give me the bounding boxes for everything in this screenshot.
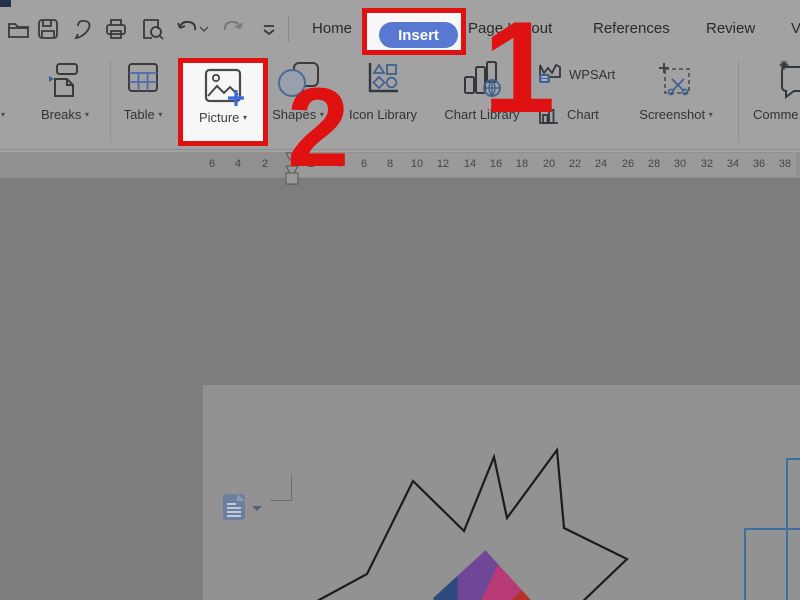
chart-label: Chart xyxy=(567,107,599,122)
tab-page-layout[interactable]: Page Layout xyxy=(468,20,552,37)
dropdown-caret-icon: ▾ xyxy=(320,110,324,119)
ruler-number: 8 xyxy=(379,158,401,170)
highlight-box-picture: Picture ▾ xyxy=(178,58,268,146)
ruler-number: 32 xyxy=(696,158,718,170)
ruler-number: 18 xyxy=(511,158,533,170)
dropdown-caret-icon: ▾ xyxy=(158,110,162,119)
blue-line-shape[interactable] xyxy=(744,528,800,530)
dropdown-caret-icon: ▾ xyxy=(1,110,5,119)
dropdown-caret-icon: ▾ xyxy=(85,110,89,119)
wpsart-icon xyxy=(537,62,563,86)
ruler-number: 14 xyxy=(459,158,481,170)
ribbon-button-table[interactable]: Table ▾ xyxy=(114,55,172,147)
save-icon[interactable] xyxy=(35,16,61,42)
print-icon[interactable] xyxy=(103,16,129,42)
ruler-number: 20 xyxy=(538,158,560,170)
ruler-number: 28 xyxy=(643,158,665,170)
horizontal-ruler[interactable]: 6 4 2 2 4 6 8 10 12 14 16 18 20 22 24 26… xyxy=(0,152,800,178)
ruler-number: 30 xyxy=(669,158,691,170)
redo-icon[interactable] xyxy=(220,16,246,42)
pin-icon[interactable] xyxy=(70,16,96,42)
ribbon-button-icon-library[interactable]: Icon Library xyxy=(338,55,428,147)
ruler-number: 4 xyxy=(227,158,249,170)
ribbon-button-screenshot[interactable]: Screenshot ▾ xyxy=(628,55,724,147)
insert-ribbon: ge ▾ Breaks ▾ Table ▾ xyxy=(0,55,800,150)
comment-icon xyxy=(776,59,800,101)
blue-line-shape[interactable] xyxy=(744,528,746,600)
chart-library-icon xyxy=(459,59,505,99)
titlebar-fragment xyxy=(0,0,11,7)
document-page[interactable] xyxy=(203,385,800,600)
ruler-number: 2 xyxy=(300,158,322,170)
document-canvas xyxy=(0,178,800,600)
tab-review[interactable]: Review xyxy=(706,20,755,37)
open-icon[interactable] xyxy=(6,16,32,42)
print-preview-icon[interactable] xyxy=(140,16,166,42)
icon-library-label: Icon Library xyxy=(338,107,428,122)
wpsart-label: WPSArt xyxy=(569,67,615,82)
breaks-label: Breaks xyxy=(41,107,81,122)
chart-library-label: Chart Library xyxy=(432,107,532,122)
ribbon-button-page-fragment[interactable]: ge ▾ xyxy=(0,55,30,147)
chart-icon xyxy=(537,102,561,126)
shapes-icon xyxy=(276,59,320,99)
ruler-number: 34 xyxy=(722,158,744,170)
table-icon xyxy=(125,59,161,95)
ribbon-button-shapes[interactable]: Shapes ▾ xyxy=(263,55,333,147)
comment-label: Comme xyxy=(753,107,800,122)
screenshot-icon xyxy=(655,59,697,101)
breaks-icon xyxy=(45,59,85,99)
ruler-number: 38 xyxy=(774,158,796,170)
ribbon-button-comment[interactable]: Comme xyxy=(748,55,800,147)
ruler-number: 6 xyxy=(353,158,375,170)
more-icon[interactable] xyxy=(256,16,282,42)
ribbon-button-wpsart[interactable]: WPSArt xyxy=(537,61,615,87)
picture-label: Picture xyxy=(199,110,239,125)
ruler-number: 2 xyxy=(254,158,276,170)
dropdown-caret-icon: ▾ xyxy=(709,110,713,119)
ribbon-button-chart[interactable]: Chart xyxy=(537,101,599,127)
tab-references[interactable]: References xyxy=(593,20,670,37)
icon-library-icon xyxy=(365,59,401,95)
dropdown-caret-icon: ▾ xyxy=(243,113,247,122)
ruler-number: 22 xyxy=(564,158,586,170)
toolbar-separator xyxy=(288,15,289,42)
ribbon-button-chart-library[interactable]: Chart Library xyxy=(432,55,532,147)
ribbon-button-picture[interactable]: Picture ▾ xyxy=(183,63,263,141)
shapes-label: Shapes xyxy=(272,107,316,122)
ruler-number: 6 xyxy=(201,158,223,170)
ribbon-button-breaks[interactable]: Breaks ▾ xyxy=(30,55,100,147)
tab-home[interactable]: Home xyxy=(312,20,352,37)
ruler-number: 16 xyxy=(485,158,507,170)
table-label: Table xyxy=(124,107,155,122)
undo-icon[interactable] xyxy=(174,16,200,42)
screenshot-label: Screenshot xyxy=(639,107,705,122)
ribbon-group-separator xyxy=(110,60,111,142)
ruler-number: 26 xyxy=(617,158,639,170)
picture-icon xyxy=(200,65,246,109)
undo-dropdown-caret-icon[interactable] xyxy=(199,24,209,34)
ruler-number: 24 xyxy=(590,158,612,170)
highlight-box-insert: Insert xyxy=(362,8,466,55)
ribbon-group-separator xyxy=(738,60,739,142)
ruler-number: 10 xyxy=(406,158,428,170)
ruler-number: 12 xyxy=(432,158,454,170)
ruler-number: 4 xyxy=(327,158,349,170)
blue-line-shape[interactable] xyxy=(786,458,800,460)
tab-view[interactable]: V xyxy=(791,20,800,37)
tab-insert[interactable]: Insert xyxy=(379,22,458,48)
ruler-number: 36 xyxy=(748,158,770,170)
indent-markers[interactable] xyxy=(284,152,300,188)
